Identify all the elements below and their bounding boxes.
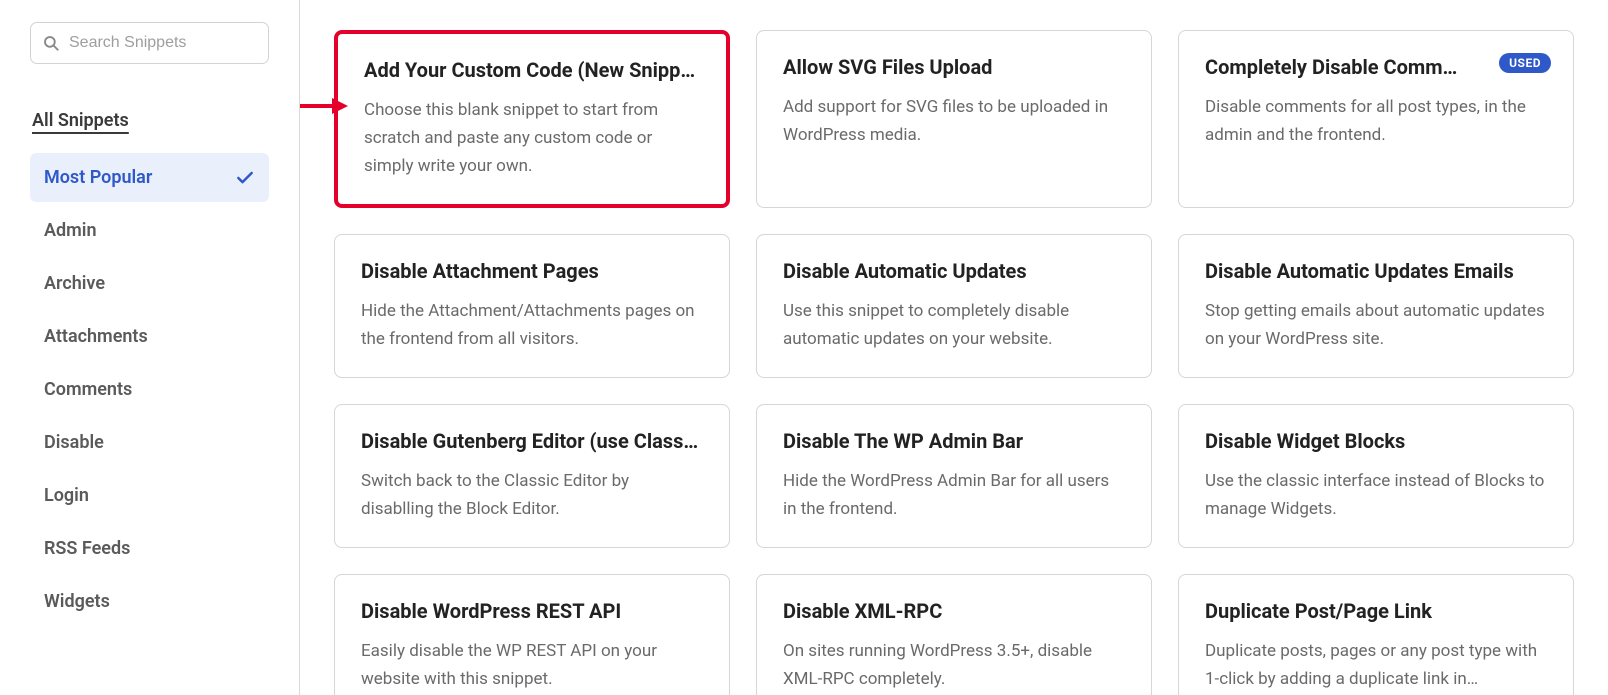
snippet-desc: Hide the WordPress Admin Bar for all use…: [783, 467, 1125, 523]
sidebar-item-comments[interactable]: Comments: [30, 365, 269, 414]
search-input[interactable]: [30, 22, 269, 64]
sidebar-item-label: Disable: [44, 432, 104, 453]
main-content: Add Your Custom Code (New Snipp… Choose …: [300, 0, 1608, 695]
snippet-grid: Add Your Custom Code (New Snipp… Choose …: [334, 30, 1574, 695]
snippet-card-disable-auto-updates[interactable]: Disable Automatic Updates Use this snipp…: [756, 234, 1152, 378]
snippet-card-disable-attachment-pages[interactable]: Disable Attachment Pages Hide the Attach…: [334, 234, 730, 378]
category-list: All Snippets Most Popular Admin Archive …: [30, 96, 269, 626]
snippet-title: Disable Gutenberg Editor (use Class…: [361, 429, 703, 453]
snippet-title: Disable Automatic Updates Emails: [1205, 259, 1547, 283]
sidebar-item-all-snippets[interactable]: All Snippets: [30, 96, 269, 145]
sidebar-item-label: Most Popular: [44, 167, 152, 188]
snippet-card-duplicate-post[interactable]: Duplicate Post/Page Link Duplicate posts…: [1178, 574, 1574, 695]
snippet-desc: Use this snippet to completely disable a…: [783, 297, 1125, 353]
snippet-title: Allow SVG Files Upload: [783, 55, 1125, 79]
sidebar-item-label: Login: [44, 485, 89, 506]
snippet-desc: Add support for SVG files to be uploaded…: [783, 93, 1125, 149]
sidebar-item-label: Archive: [44, 273, 105, 294]
sidebar-item-label: Comments: [44, 379, 132, 400]
snippet-card-add-custom-code[interactable]: Add Your Custom Code (New Snipp… Choose …: [334, 30, 730, 208]
sidebar-item-label: RSS Feeds: [44, 538, 130, 559]
snippet-desc: Switch back to the Classic Editor by dis…: [361, 467, 703, 523]
snippet-title: Disable WordPress REST API: [361, 599, 703, 623]
snippet-desc: Hide the Attachment/Attachments pages on…: [361, 297, 703, 353]
sidebar-item-label: Attachments: [44, 326, 148, 347]
sidebar-item-login[interactable]: Login: [30, 471, 269, 520]
snippet-desc: Stop getting emails about automatic upda…: [1205, 297, 1547, 353]
sidebar-item-disable[interactable]: Disable: [30, 418, 269, 467]
snippet-desc: Use the classic interface instead of Blo…: [1205, 467, 1547, 523]
snippet-card-disable-xml-rpc[interactable]: Disable XML-RPC On sites running WordPre…: [756, 574, 1152, 695]
snippet-card-disable-auto-update-emails[interactable]: Disable Automatic Updates Emails Stop ge…: [1178, 234, 1574, 378]
snippet-desc: Disable comments for all post types, in …: [1205, 93, 1547, 149]
sidebar-item-most-popular[interactable]: Most Popular: [30, 153, 269, 202]
snippet-title: Disable Attachment Pages: [361, 259, 703, 283]
sidebar-item-label: Widgets: [44, 591, 110, 612]
snippet-desc: On sites running WordPress 3.5+, disable…: [783, 637, 1125, 693]
snippet-card-disable-rest-api[interactable]: Disable WordPress REST API Easily disabl…: [334, 574, 730, 695]
sidebar-item-attachments[interactable]: Attachments: [30, 312, 269, 361]
snippet-title: Disable Widget Blocks: [1205, 429, 1547, 453]
check-icon: [235, 168, 255, 188]
snippet-title: Duplicate Post/Page Link: [1205, 599, 1547, 623]
sidebar-item-widgets[interactable]: Widgets: [30, 577, 269, 626]
snippet-card-disable-admin-bar[interactable]: Disable The WP Admin Bar Hide the WordPr…: [756, 404, 1152, 548]
search-wrap: [30, 22, 269, 64]
snippet-desc: Easily disable the WP REST API on your w…: [361, 637, 703, 693]
snippet-title: Disable XML-RPC: [783, 599, 1125, 623]
snippet-card-disable-widget-blocks[interactable]: Disable Widget Blocks Use the classic in…: [1178, 404, 1574, 548]
snippet-title: Disable The WP Admin Bar: [783, 429, 1125, 453]
sidebar: All Snippets Most Popular Admin Archive …: [0, 0, 300, 695]
search-icon: [42, 34, 60, 52]
arrow-annotation-icon: [300, 97, 348, 115]
used-badge: USED: [1499, 53, 1551, 73]
sidebar-item-label: Admin: [44, 220, 97, 241]
snippet-card-allow-svg[interactable]: Allow SVG Files Upload Add support for S…: [756, 30, 1152, 208]
sidebar-item-admin[interactable]: Admin: [30, 206, 269, 255]
snippet-desc: Duplicate posts, pages or any post type …: [1205, 637, 1547, 693]
snippet-title: Disable Automatic Updates: [783, 259, 1125, 283]
snippet-card-disable-gutenberg[interactable]: Disable Gutenberg Editor (use Class… Swi…: [334, 404, 730, 548]
snippet-title: Completely Disable Comm…: [1205, 55, 1547, 79]
snippet-title: Add Your Custom Code (New Snipp…: [364, 58, 700, 82]
sidebar-item-archive[interactable]: Archive: [30, 259, 269, 308]
snippet-card-disable-comments[interactable]: USED Completely Disable Comm… Disable co…: [1178, 30, 1574, 208]
snippet-desc: Choose this blank snippet to start from …: [364, 96, 700, 180]
sidebar-item-rss-feeds[interactable]: RSS Feeds: [30, 524, 269, 573]
